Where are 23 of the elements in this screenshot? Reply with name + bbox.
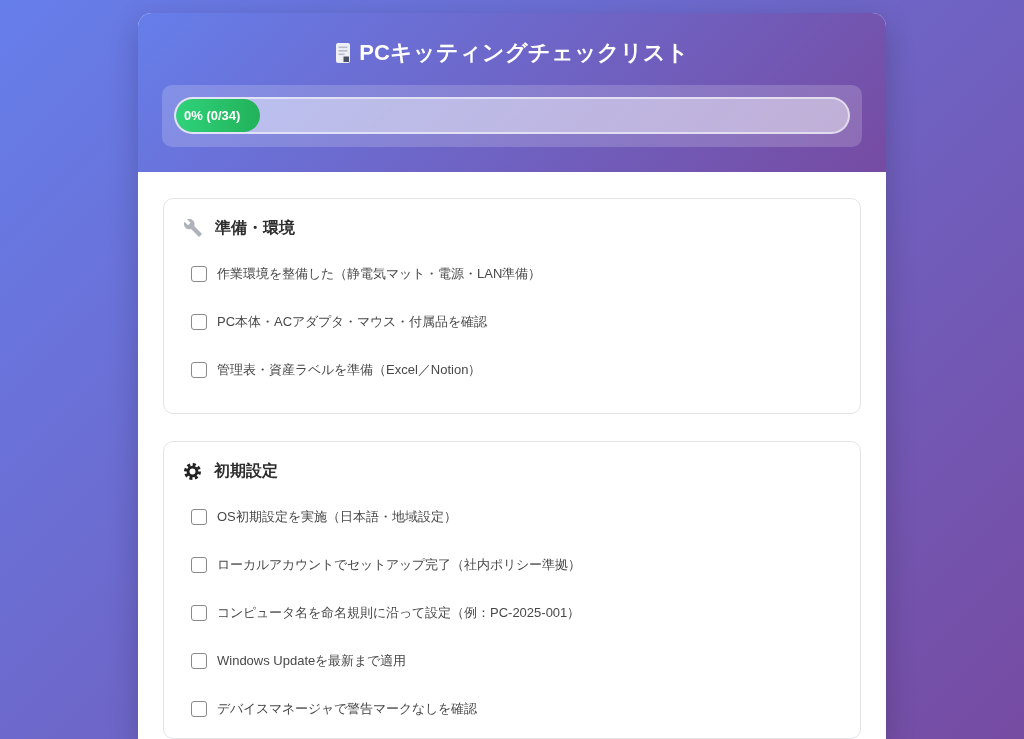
wrench-icon xyxy=(184,219,202,237)
document-icon xyxy=(335,42,352,64)
progress-label: 0% (0/34) xyxy=(184,108,241,123)
item-label: Windows Updateを最新まで適用 xyxy=(217,652,407,670)
checkbox[interactable] xyxy=(191,557,207,573)
section-title: 初期設定 xyxy=(214,460,278,481)
app-title: PCキッティングチェックリスト xyxy=(359,39,689,67)
section-title: 準備・環境 xyxy=(215,217,295,238)
item-label: OS初期設定を実施（日本語・地域設定） xyxy=(217,508,457,526)
gear-icon xyxy=(184,462,201,480)
item-label: コンピュータ名を命名規則に沿って設定（例：PC-2025-001） xyxy=(217,604,581,622)
checkbox[interactable] xyxy=(191,701,207,717)
checkbox[interactable] xyxy=(191,509,207,525)
checkbox[interactable] xyxy=(191,653,207,669)
item-label: 管理表・資産ラベルを準備（Excel／Notion） xyxy=(217,361,482,379)
item-label: デバイスマネージャで警告マークなしを確認 xyxy=(217,700,477,718)
item-label: PC本体・ACアダプタ・マウス・付属品を確認 xyxy=(217,313,488,331)
checkbox[interactable] xyxy=(191,314,207,330)
checkbox[interactable] xyxy=(191,605,207,621)
item-label: ローカルアカウントでセットアップ完了（社内ポリシー準拠） xyxy=(217,556,581,574)
item-label: 作業環境を整備した（静電気マット・電源・LAN準備） xyxy=(217,265,542,283)
checkbox[interactable] xyxy=(191,362,207,378)
checkbox[interactable] xyxy=(191,266,207,282)
